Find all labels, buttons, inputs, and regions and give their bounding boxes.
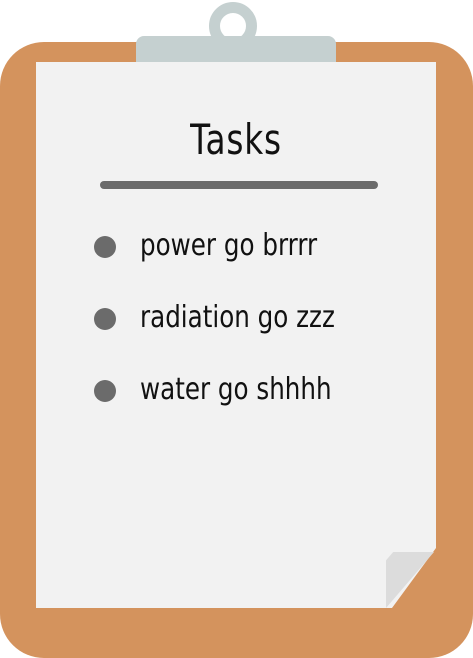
clipboard-illustration: Tasks power go brrrr radiation go zzz wa…	[0, 0, 473, 658]
bullet-dot-icon	[94, 236, 116, 258]
task-label: radiation go zzz	[140, 300, 335, 335]
task-list: power go brrrr radiation go zzz water go…	[94, 224, 414, 440]
title-divider	[100, 181, 378, 189]
page-title: Tasks	[190, 115, 282, 164]
task-label: power go brrrr	[140, 228, 318, 263]
list-item: power go brrrr	[94, 224, 414, 296]
task-label: water go shhhh	[140, 372, 332, 407]
bullet-dot-icon	[94, 380, 116, 402]
list-item: water go shhhh	[94, 368, 414, 440]
list-item: radiation go zzz	[94, 296, 414, 368]
bullet-dot-icon	[94, 308, 116, 330]
